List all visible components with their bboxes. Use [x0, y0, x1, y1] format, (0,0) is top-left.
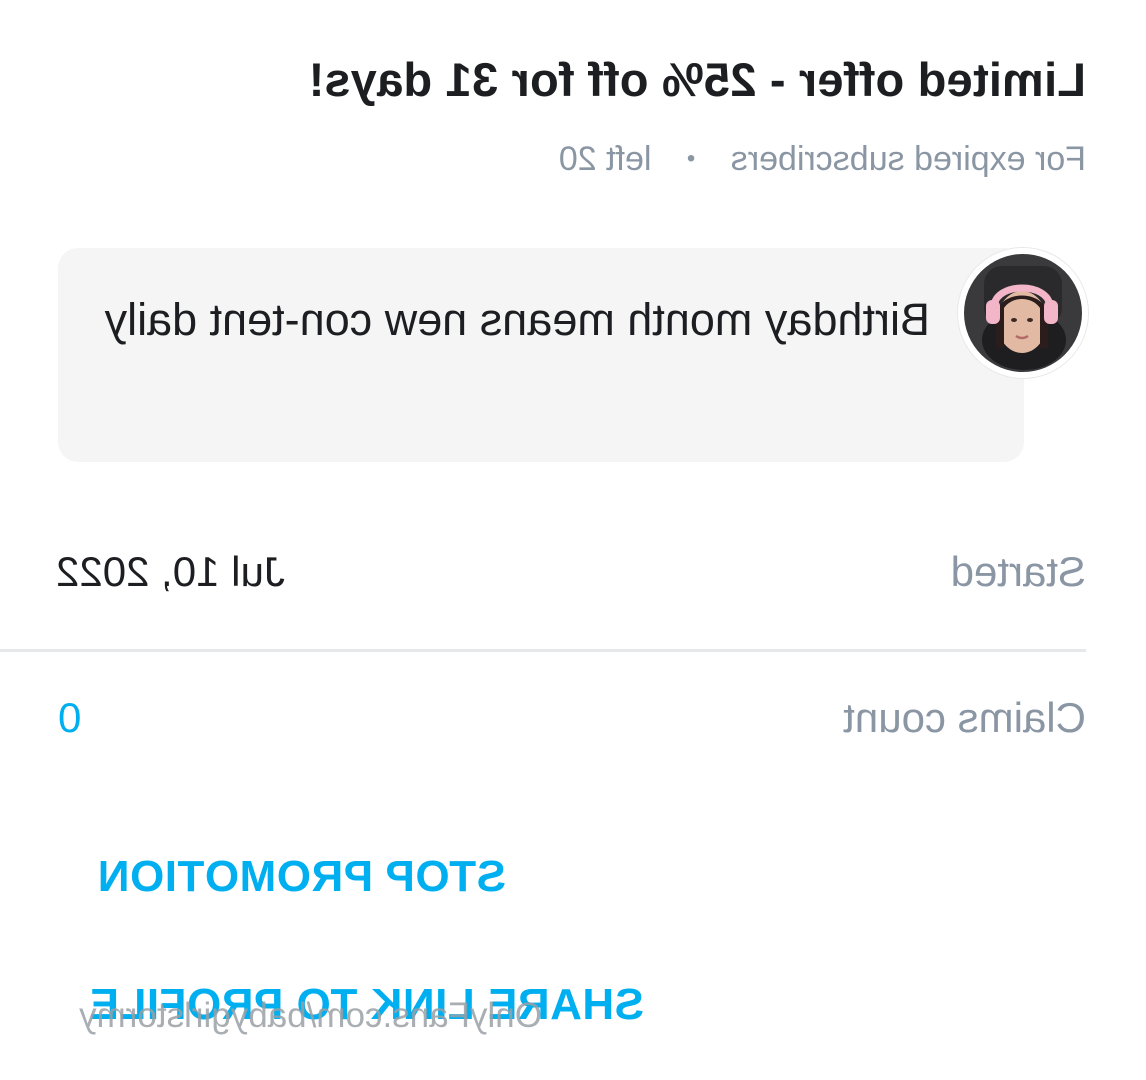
offer-subtitle: For expired subscribers • left 20: [559, 140, 1086, 179]
claims-row: Claims count 0: [56, 694, 1086, 754]
watermark: OnlyFans.com/babygirlstormy: [79, 996, 542, 1035]
claims-label: Claims count: [843, 694, 1086, 741]
offer-message-text: Birthday month means new con-tent daily: [104, 294, 930, 345]
offer-title: Limited offer - 25% off for 31 days!: [308, 53, 1086, 106]
offer-remaining: left 20: [558, 140, 652, 178]
promotion-detail-screen: Limited offer - 25% off for 31 days! For…: [0, 0, 1146, 1080]
creator-avatar-icon: [958, 248, 1088, 378]
offer-audience: For expired subscribers: [730, 140, 1086, 178]
started-value: Jul 10, 2022: [56, 548, 285, 595]
separator-dot: •: [686, 145, 696, 172]
started-label: Started: [950, 548, 1086, 595]
claims-count: 0: [58, 694, 82, 741]
stop-promotion-button[interactable]: STOP PROMOTION: [97, 852, 506, 902]
divider: [0, 649, 1086, 652]
started-row: Started Jul 10, 2022: [56, 548, 1086, 608]
